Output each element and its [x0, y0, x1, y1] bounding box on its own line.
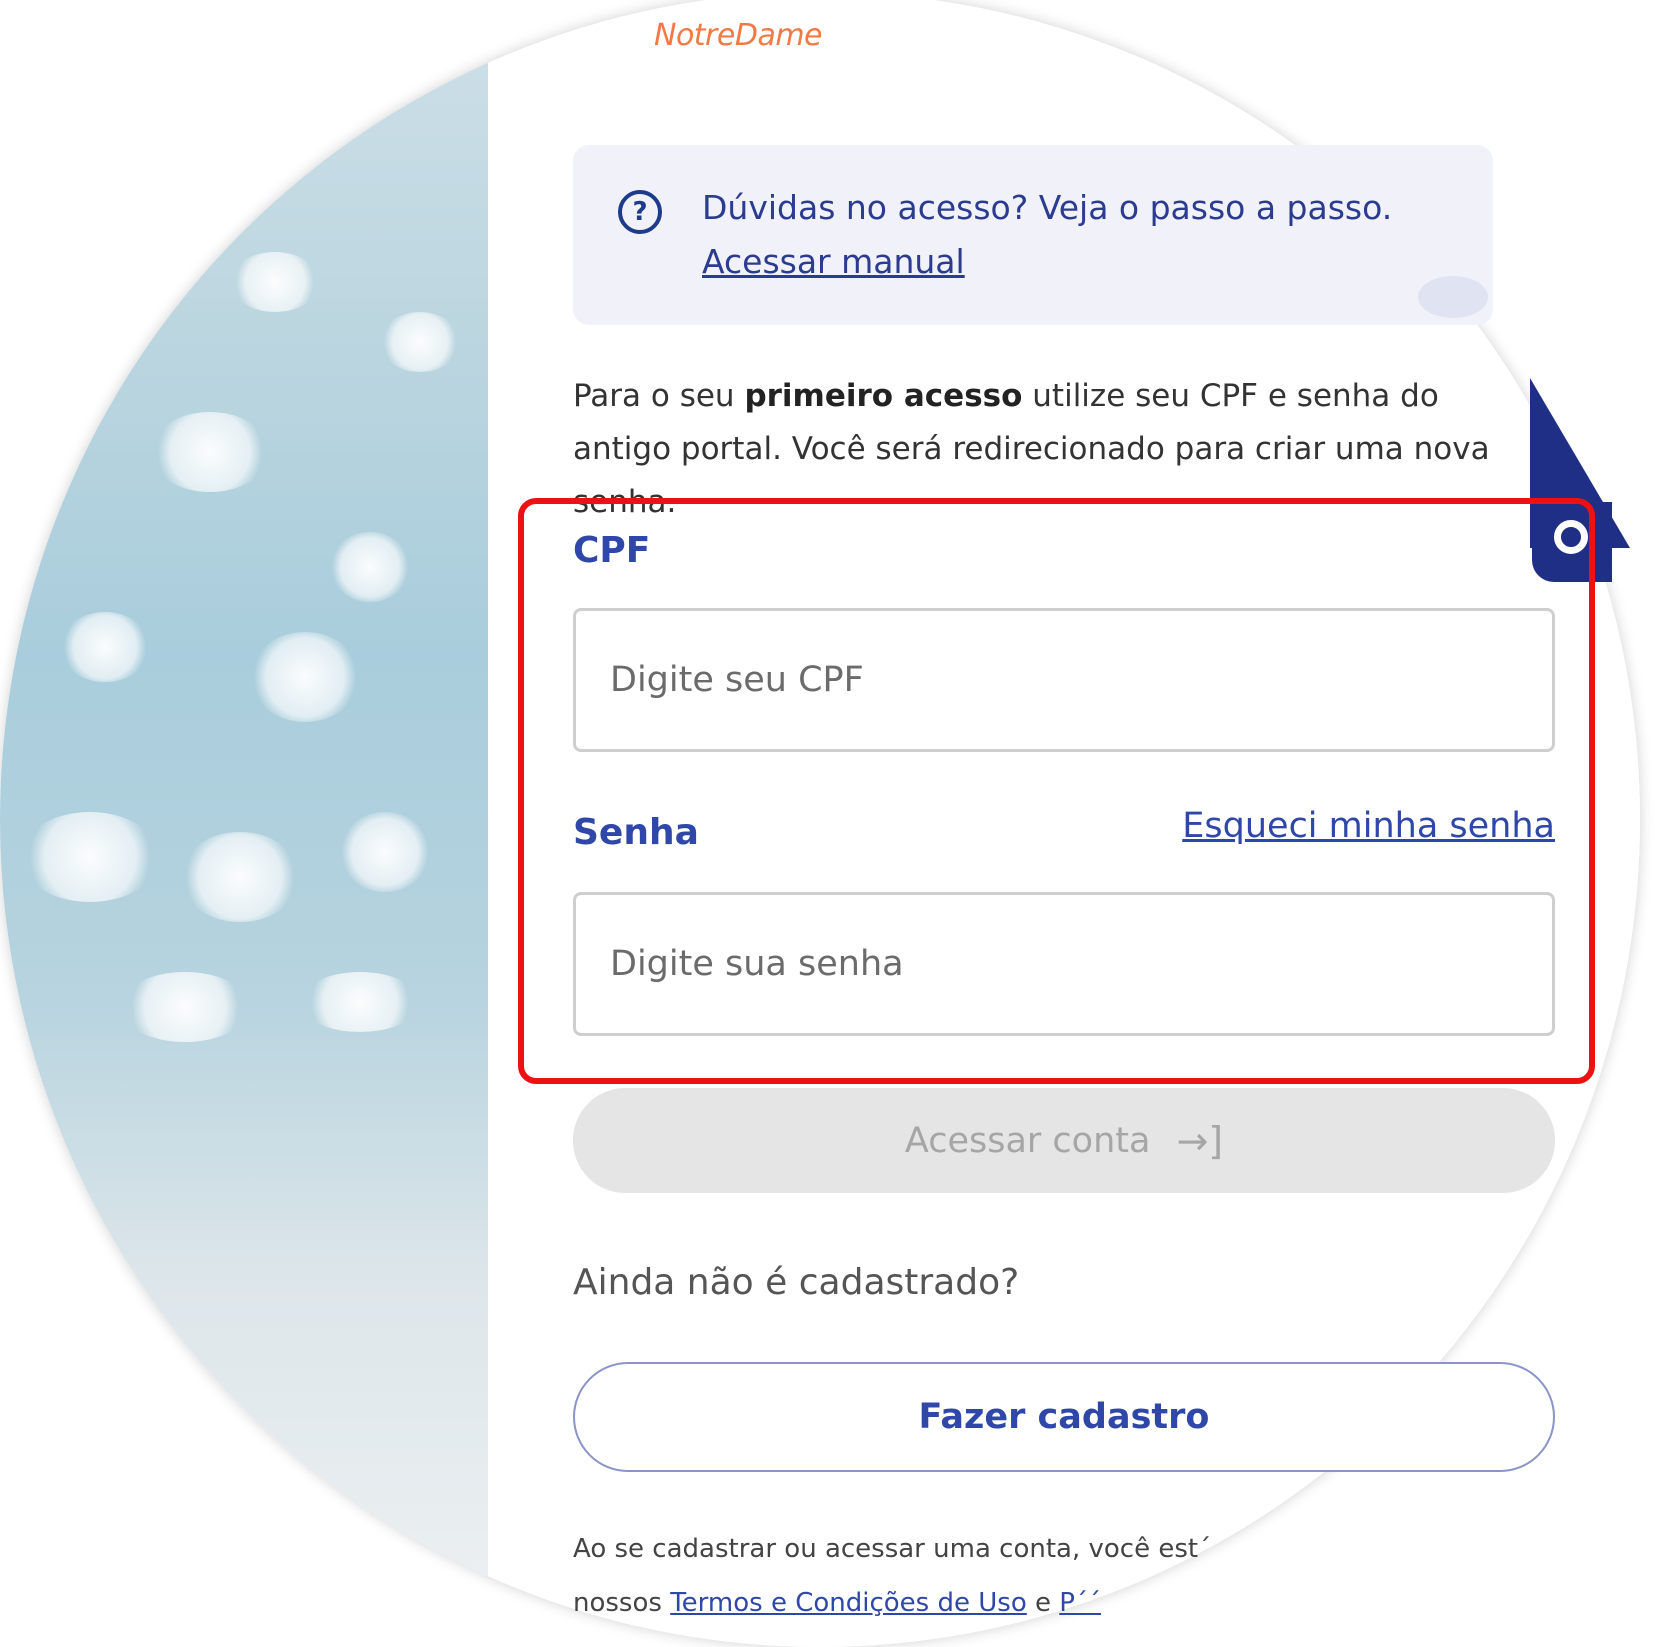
- intro-text: Para o seu primeiro acesso utilize seu C…: [573, 370, 1533, 529]
- manual-link[interactable]: Acessar manual: [702, 242, 965, 281]
- intro-bold: primeiro acesso: [744, 378, 1023, 414]
- bokeh-light: [20, 812, 160, 902]
- terms-line2: nossos Termos e Condições de Uso e P´´: [573, 1576, 1333, 1630]
- signup-button[interactable]: Fazer cadastro: [573, 1362, 1555, 1472]
- decorative-shape: [1418, 276, 1488, 318]
- help-title: Dúvidas no acesso? Veja o passo a passo.: [702, 188, 1393, 227]
- bokeh-light: [340, 812, 430, 892]
- bokeh-light: [330, 532, 410, 602]
- bokeh-light: [250, 632, 360, 722]
- terms-prefix: nossos: [573, 1588, 671, 1618]
- terms-link[interactable]: Termos e Condições de Uso: [670, 1588, 1027, 1618]
- access-account-button[interactable]: Acessar conta →]: [573, 1088, 1555, 1193]
- eye-icon[interactable]: [1532, 502, 1612, 582]
- password-input[interactable]: [573, 892, 1555, 1036]
- cpf-label: CPF: [573, 530, 651, 571]
- help-banner: [573, 145, 1493, 325]
- terms-mid: e: [1026, 1588, 1060, 1618]
- access-account-label: Acessar conta: [904, 1120, 1151, 1161]
- intro-prefix: Para o seu: [573, 378, 745, 414]
- privacy-link[interactable]: P´´: [1059, 1588, 1101, 1618]
- bokeh-light: [120, 972, 250, 1042]
- terms-text: Ao se cadastrar ou acessar uma conta, vo…: [573, 1522, 1333, 1630]
- forgot-password-link[interactable]: Esqueci minha senha: [1182, 806, 1555, 846]
- bokeh-light: [60, 612, 150, 682]
- not-registered-text: Ainda não é cadastrado?: [573, 1262, 1020, 1303]
- bokeh-light: [180, 832, 300, 922]
- bokeh-light: [150, 412, 270, 492]
- brand-logo: NotreDame: [654, 18, 823, 53]
- bokeh-light: [300, 972, 420, 1032]
- cpf-input[interactable]: [573, 608, 1555, 752]
- question-circle-icon: ?: [618, 190, 662, 234]
- background-photo: [0, 0, 490, 1647]
- bokeh-light: [380, 312, 460, 372]
- senha-label: Senha: [573, 812, 699, 853]
- login-arrow-icon: →]: [1176, 1118, 1224, 1163]
- bokeh-light: [230, 252, 320, 312]
- terms-line1: Ao se cadastrar ou acessar uma conta, vo…: [573, 1534, 1212, 1564]
